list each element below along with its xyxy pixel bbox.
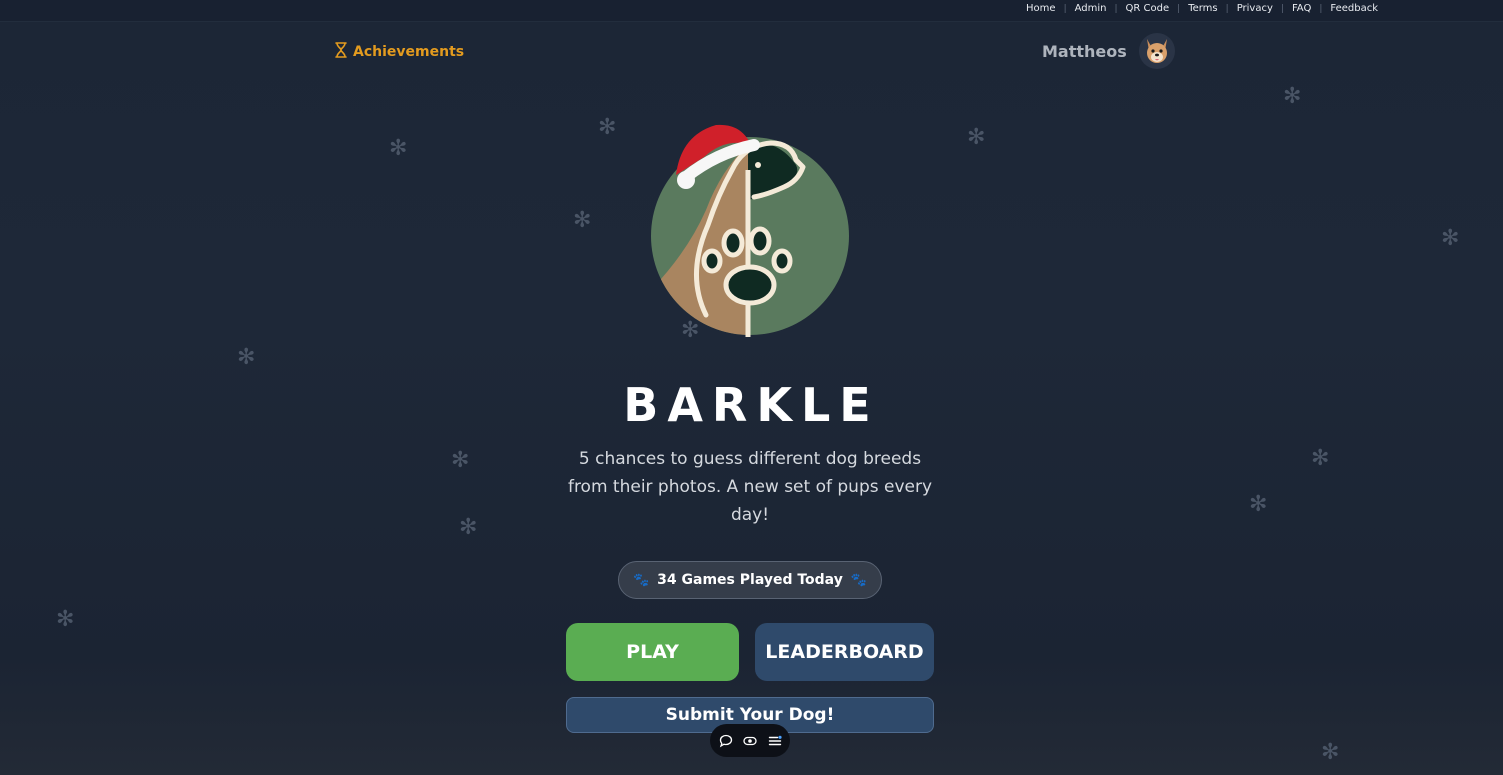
play-button[interactable]: PLAY <box>566 623 739 681</box>
game-description: 5 chances to guess different dog breeds … <box>567 449 933 525</box>
paw-icon: 🐾 <box>850 572 868 588</box>
barkle-logo <box>646 115 856 344</box>
top-nav-links: Home | Admin | QR Code | Terms | Privacy… <box>1026 3 1378 14</box>
chat-icon[interactable] <box>717 732 735 750</box>
nav-separator: | <box>1177 3 1181 14</box>
snowflake-icon: ✻ <box>1441 226 1460 251</box>
dog-avatar-icon[interactable] <box>1138 33 1175 69</box>
username: Mattheos <box>1042 41 1127 61</box>
snowflake-icon: ✻ <box>237 345 256 370</box>
achievements-label: Achievements <box>353 44 465 60</box>
hourglass-icon <box>334 42 348 62</box>
snowflake-icon: ✻ <box>598 115 617 140</box>
top-nav-bar: Home | Admin | QR Code | Terms | Privacy… <box>0 0 1503 22</box>
nav-separator: | <box>1063 3 1067 14</box>
nav-separator: | <box>1280 3 1284 14</box>
snowflake-icon: ✻ <box>389 136 408 161</box>
nav-link-home[interactable]: Home <box>1026 3 1056 14</box>
leaderboard-button[interactable]: LEADERBOARD <box>755 623 934 681</box>
nav-separator: | <box>1225 3 1229 14</box>
achievements-link[interactable]: Achievements <box>334 42 464 62</box>
snowflake-icon: ✻ <box>459 515 478 540</box>
eye-icon[interactable] <box>741 732 759 750</box>
games-played-badge: 🐾 34 Games Played Today 🐾 <box>618 561 882 599</box>
nav-link-feedback[interactable]: Feedback <box>1330 3 1378 14</box>
snowflake-icon: ✻ <box>56 607 75 632</box>
nav-link-admin[interactable]: Admin <box>1075 3 1107 14</box>
games-played-text: 34 Games Played Today <box>657 572 843 588</box>
snowflake-icon: ✻ <box>1283 84 1302 109</box>
page-title: BARKLE <box>623 378 880 432</box>
snowflake-icon: ✻ <box>1321 740 1340 765</box>
snowflake-icon: ✻ <box>1311 446 1330 471</box>
nav-link-faq[interactable]: FAQ <box>1292 3 1311 14</box>
nav-link-terms[interactable]: Terms <box>1188 3 1217 14</box>
snowflake-icon: ✻ <box>967 125 986 150</box>
nav-separator: | <box>1114 3 1118 14</box>
nav-link-qr-code[interactable]: QR Code <box>1126 3 1170 14</box>
nav-link-privacy[interactable]: Privacy <box>1237 3 1273 14</box>
user-profile[interactable]: Mattheos <box>1042 33 1175 69</box>
menu-icon[interactable] <box>766 732 784 750</box>
snowflake-icon: ✻ <box>1249 492 1268 517</box>
nav-separator: | <box>1319 3 1323 14</box>
paw-icon: 🐾 <box>632 572 650 588</box>
snowflake-icon: ✻ <box>451 448 470 473</box>
floating-toolbar <box>710 724 790 757</box>
snowflake-icon: ✻ <box>573 208 592 233</box>
